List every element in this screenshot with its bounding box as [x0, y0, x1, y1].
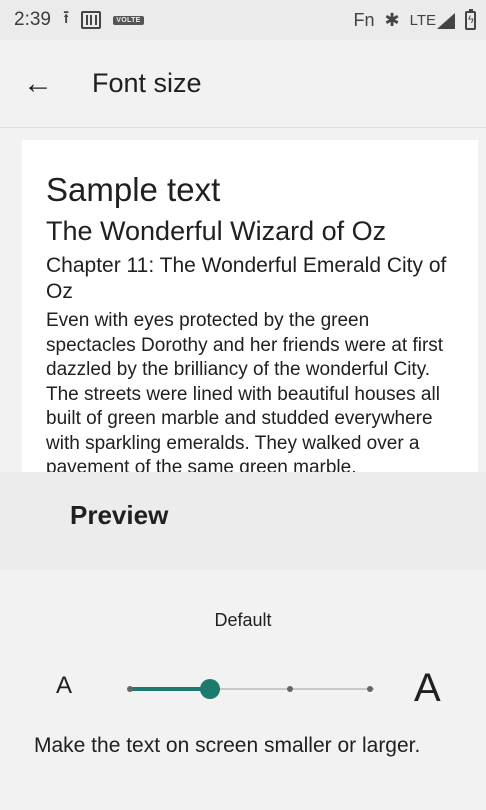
fn-indicator: Fn: [353, 9, 375, 30]
status-right: Fn ✱ LTE ϟ: [353, 8, 476, 31]
slider-active-track: [130, 687, 210, 691]
status-left: 2:39 ⭱ VOLTE: [14, 5, 144, 35]
sample-heading: Sample text: [46, 171, 221, 208]
app-bar: ← Font size: [0, 40, 486, 128]
preview-label: Preview: [70, 500, 169, 530]
description-text: Make the text on screen smaller or large…: [34, 734, 421, 757]
sample-title: The Wonderful Wizard of Oz: [46, 216, 387, 246]
slider-tick: [367, 686, 373, 692]
sample-chapter: Chapter 11: The Wonderful Emerald City o…: [46, 254, 447, 303]
preview-card[interactable]: Sample text The Wonderful Wizard of Oz C…: [22, 140, 478, 472]
battery-charging-icon: ϟ: [465, 8, 476, 30]
signal-strength-icon: [437, 12, 455, 29]
preview-band: Preview: [0, 472, 486, 570]
signal-icon: LTE: [410, 12, 455, 29]
arrow-left-icon: ←: [23, 66, 53, 100]
volte-icon: VOLTE: [113, 15, 144, 25]
larger-font-button[interactable]: A: [414, 666, 441, 711]
smaller-font-button[interactable]: A: [56, 672, 72, 700]
bluetooth-icon: ✱: [384, 9, 400, 30]
back-button[interactable]: ←: [0, 40, 72, 128]
current-size-label: Default: [214, 610, 272, 630]
sim-icon: [81, 11, 102, 29]
page-title: Font size: [92, 68, 202, 98]
sample-body: Even with eyes protected by the green sp…: [46, 310, 444, 472]
font-size-controls: Default A A Make the text on screen smal…: [0, 570, 486, 810]
status-time: 2:39: [14, 9, 51, 30]
slider-tick: [127, 686, 133, 692]
slider-thumb[interactable]: [200, 679, 220, 699]
slider-tick: [287, 686, 293, 692]
font-size-slider[interactable]: [120, 674, 384, 704]
status-bar: 2:39 ⭱ VOLTE Fn ✱ LTE ϟ: [0, 0, 486, 40]
upload-icon: ⭱: [62, 7, 70, 27]
network-type-label: LTE: [409, 11, 436, 29]
